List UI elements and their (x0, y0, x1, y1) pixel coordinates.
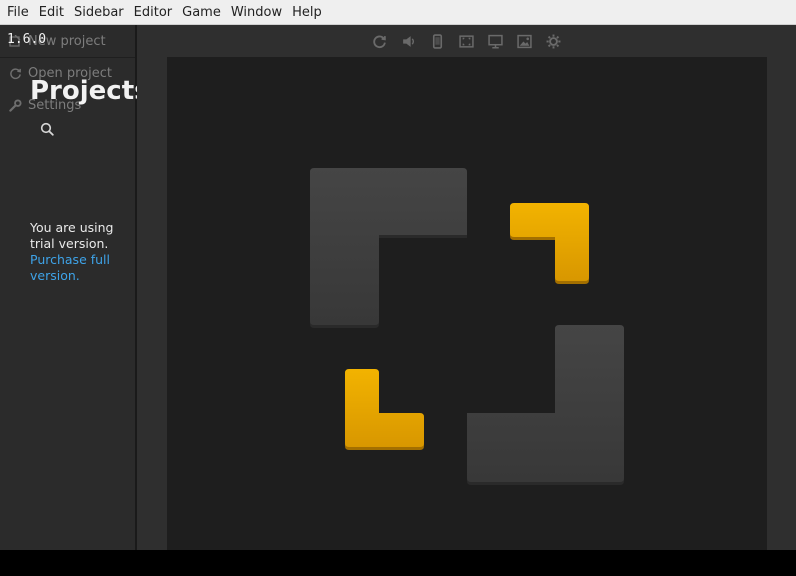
screenshot-button[interactable] (514, 30, 536, 52)
purchase-link[interactable]: Purchase full version. (30, 252, 110, 283)
gray-l-piece-bottom-right (467, 325, 624, 485)
game-canvas (310, 168, 624, 485)
phone-icon (432, 33, 443, 49)
gold-l-piece-top-right (510, 203, 589, 284)
monitor-button[interactable] (485, 30, 507, 52)
version-label: 1.6.0 (7, 32, 47, 47)
game-toolbar (137, 28, 796, 54)
menu-window[interactable]: Window (226, 0, 287, 25)
menu-sidebar[interactable]: Sidebar (69, 0, 129, 25)
refresh-icon (8, 66, 22, 80)
trial-text: You are using trial version. (30, 220, 114, 251)
menu-game[interactable]: Game (177, 0, 226, 25)
sidebar-separator (0, 57, 135, 58)
fullscreen-button[interactable] (456, 30, 478, 52)
sound-icon (403, 35, 415, 47)
menu-help[interactable]: Help (287, 0, 327, 25)
menu-editor[interactable]: Editor (129, 0, 177, 25)
refresh-icon (373, 35, 386, 48)
game-viewport[interactable] (167, 57, 767, 550)
menu-bar: File Edit Sidebar Editor Game Window Hel… (0, 0, 796, 25)
screenshot-icon (517, 34, 532, 48)
menu-file[interactable]: File (2, 0, 34, 25)
game-settings-button[interactable] (543, 30, 565, 52)
fullscreen-icon (459, 34, 474, 48)
menu-edit[interactable]: Edit (34, 0, 69, 25)
trial-notice: You are using trial version. Purchase fu… (30, 220, 130, 284)
gray-l-piece-top-left (310, 168, 467, 328)
gold-l-piece-bottom-left (345, 369, 424, 450)
wrench-icon (8, 98, 22, 112)
phone-button[interactable] (427, 30, 449, 52)
settings-gear-icon (546, 34, 561, 48)
bottom-edge (0, 550, 796, 576)
sound-button[interactable] (398, 30, 420, 52)
monitor-icon (488, 34, 503, 48)
refresh-button[interactable] (369, 30, 391, 52)
search-icon[interactable] (40, 121, 54, 136)
projects-title: Projects (30, 76, 150, 106)
